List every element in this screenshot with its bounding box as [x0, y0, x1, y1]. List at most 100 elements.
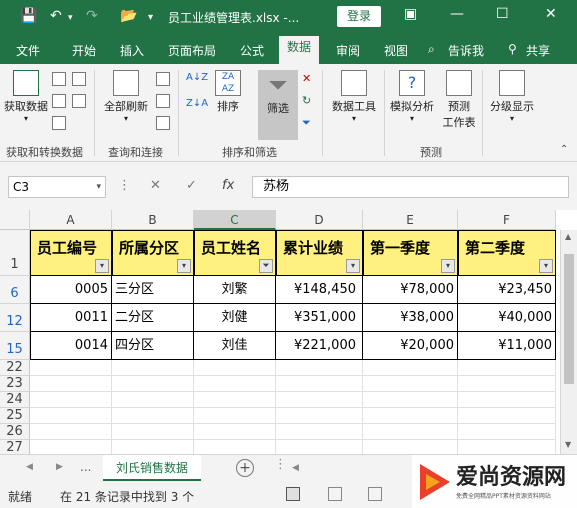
empty-cell[interactable] — [363, 392, 458, 408]
filter-button[interactable]: ⏷ 筛选 — [260, 70, 296, 116]
tab-view[interactable]: 视图 — [384, 42, 408, 59]
login-button[interactable]: 登录 — [337, 6, 381, 27]
table-cell[interactable]: 刘繁 — [194, 276, 276, 304]
formula-input[interactable]: 苏杨 — [252, 176, 569, 198]
sort-ascending-icon[interactable]: A↓Z — [186, 72, 208, 83]
scroll-down-icon[interactable]: ▼ — [565, 440, 571, 449]
header-cell-q1[interactable]: 第一季度 ▾ — [363, 230, 458, 276]
tell-me-search[interactable]: 告诉我 — [448, 42, 484, 59]
empty-cell[interactable] — [276, 408, 363, 424]
sort-button[interactable]: ZA AZ 排序 — [210, 70, 246, 114]
table-cell[interactable]: 二分区 — [112, 304, 194, 332]
empty-cell[interactable] — [458, 408, 556, 424]
table-cell[interactable]: 0014 — [30, 332, 112, 360]
column-header-a[interactable]: A — [30, 210, 112, 230]
empty-cell[interactable] — [112, 392, 194, 408]
collapse-ribbon-icon[interactable]: ⌃ — [560, 144, 568, 155]
tab-data[interactable]: 数据 — [279, 36, 320, 64]
column-header-b[interactable]: B — [112, 210, 194, 230]
empty-cell[interactable] — [458, 360, 556, 376]
table-cell[interactable]: ¥221,000 — [276, 332, 363, 360]
filter-dropdown-icon[interactable]: ▾ — [539, 259, 553, 273]
table-cell[interactable]: 三分区 — [112, 276, 194, 304]
name-box[interactable]: C3 ▾ — [8, 176, 106, 198]
undo-icon[interactable]: ↶ — [50, 8, 62, 24]
filter-applied-icon[interactable]: ⏷ — [259, 259, 273, 273]
scroll-sheets-left-icon[interactable]: ◀ — [26, 462, 33, 472]
enter-icon[interactable]: ✓ — [186, 178, 197, 193]
scroll-sheets-right-icon[interactable]: ▶ — [56, 462, 63, 472]
column-header-d[interactable]: D — [276, 210, 363, 230]
queries-connections-icon[interactable] — [156, 72, 170, 86]
row-header-24[interactable]: 24 — [0, 392, 30, 408]
row-header-23[interactable]: 23 — [0, 376, 30, 392]
data-tools-button[interactable]: 数据工具 ▾ — [328, 70, 380, 123]
table-cell[interactable]: 0005 — [30, 276, 112, 304]
cancel-icon[interactable]: ✕ — [150, 178, 161, 193]
table-cell[interactable]: ¥78,000 — [363, 276, 458, 304]
edit-links-icon[interactable] — [156, 116, 170, 130]
scroll-up-icon[interactable]: ▲ — [565, 232, 571, 241]
tab-insert[interactable]: 插入 — [120, 42, 144, 59]
table-cell[interactable]: 刘佳 — [194, 332, 276, 360]
from-text-icon[interactable] — [52, 72, 66, 86]
column-header-f[interactable]: F — [458, 210, 556, 230]
page-layout-view-icon[interactable] — [328, 487, 342, 501]
tab-review[interactable]: 审阅 — [336, 42, 360, 59]
row-header-6[interactable]: 6 — [0, 276, 30, 304]
empty-cell[interactable] — [30, 408, 112, 424]
filter-dropdown-icon[interactable]: ▾ — [346, 259, 360, 273]
tab-home[interactable]: 开始 — [72, 42, 96, 59]
scroll-thumb[interactable] — [564, 254, 574, 384]
maximize-icon[interactable]: ☐ — [496, 6, 509, 22]
empty-cell[interactable] — [363, 424, 458, 440]
normal-view-icon[interactable] — [286, 487, 300, 501]
table-cell[interactable]: ¥23,450 — [458, 276, 556, 304]
empty-cell[interactable] — [194, 392, 276, 408]
sort-descending-icon[interactable]: Z↓A — [186, 98, 208, 109]
chevron-down-icon[interactable]: ▾ — [96, 177, 101, 197]
add-sheet-icon[interactable]: + — [236, 459, 254, 477]
filter-dropdown-icon[interactable]: ▾ — [95, 259, 109, 273]
header-cell-employee-name[interactable]: 员工姓名 ⏷ — [194, 230, 276, 276]
empty-cell[interactable] — [194, 360, 276, 376]
header-cell-employee-id[interactable]: 员工编号 ▾ — [30, 230, 112, 276]
row-header-15[interactable]: 15 — [0, 332, 30, 360]
minimize-icon[interactable]: — — [450, 6, 464, 22]
page-break-view-icon[interactable] — [368, 487, 382, 501]
empty-cell[interactable] — [363, 408, 458, 424]
empty-cell[interactable] — [458, 424, 556, 440]
ribbon-display-options-icon[interactable]: ▣ — [404, 6, 417, 22]
table-cell[interactable]: 四分区 — [112, 332, 194, 360]
tab-formulas[interactable]: 公式 — [240, 42, 264, 59]
search-icon[interactable]: ⌕ — [428, 42, 435, 57]
table-cell[interactable]: ¥351,000 — [276, 304, 363, 332]
table-cell[interactable]: 0011 — [30, 304, 112, 332]
empty-cell[interactable] — [30, 360, 112, 376]
save-icon[interactable]: 💾 — [20, 8, 37, 24]
empty-cell[interactable] — [458, 376, 556, 392]
empty-cell[interactable] — [194, 424, 276, 440]
from-web-icon[interactable] — [52, 94, 66, 108]
row-header-26[interactable]: 26 — [0, 424, 30, 440]
empty-cell[interactable] — [194, 376, 276, 392]
recent-sources-icon[interactable] — [72, 72, 86, 86]
refresh-all-button[interactable]: 全部刷新 ▾ — [100, 70, 152, 123]
redo-icon[interactable]: ↷ — [86, 8, 98, 24]
from-table-icon[interactable] — [52, 116, 66, 130]
filter-dropdown-icon[interactable]: ▾ — [441, 259, 455, 273]
customize-quick-access-icon[interactable]: ▾ — [148, 12, 153, 23]
row-header-25[interactable]: 25 — [0, 408, 30, 424]
what-if-analysis-button[interactable]: ? 模拟分析 ▾ — [386, 70, 438, 123]
empty-cell[interactable] — [276, 376, 363, 392]
row-header-12[interactable]: 12 — [0, 304, 30, 332]
empty-cell[interactable] — [458, 392, 556, 408]
column-header-c[interactable]: C — [194, 210, 276, 230]
open-folder-icon[interactable]: 📂 — [120, 8, 137, 24]
select-all-corner[interactable] — [0, 210, 30, 230]
sheet-tab-active[interactable]: 刘氏销售数据 — [103, 455, 201, 481]
share-button[interactable]: 共享 — [526, 42, 550, 59]
insert-function-icon[interactable]: fx — [222, 178, 234, 193]
undo-dropdown-icon[interactable]: ▾ — [68, 13, 73, 23]
empty-cell[interactable] — [112, 408, 194, 424]
